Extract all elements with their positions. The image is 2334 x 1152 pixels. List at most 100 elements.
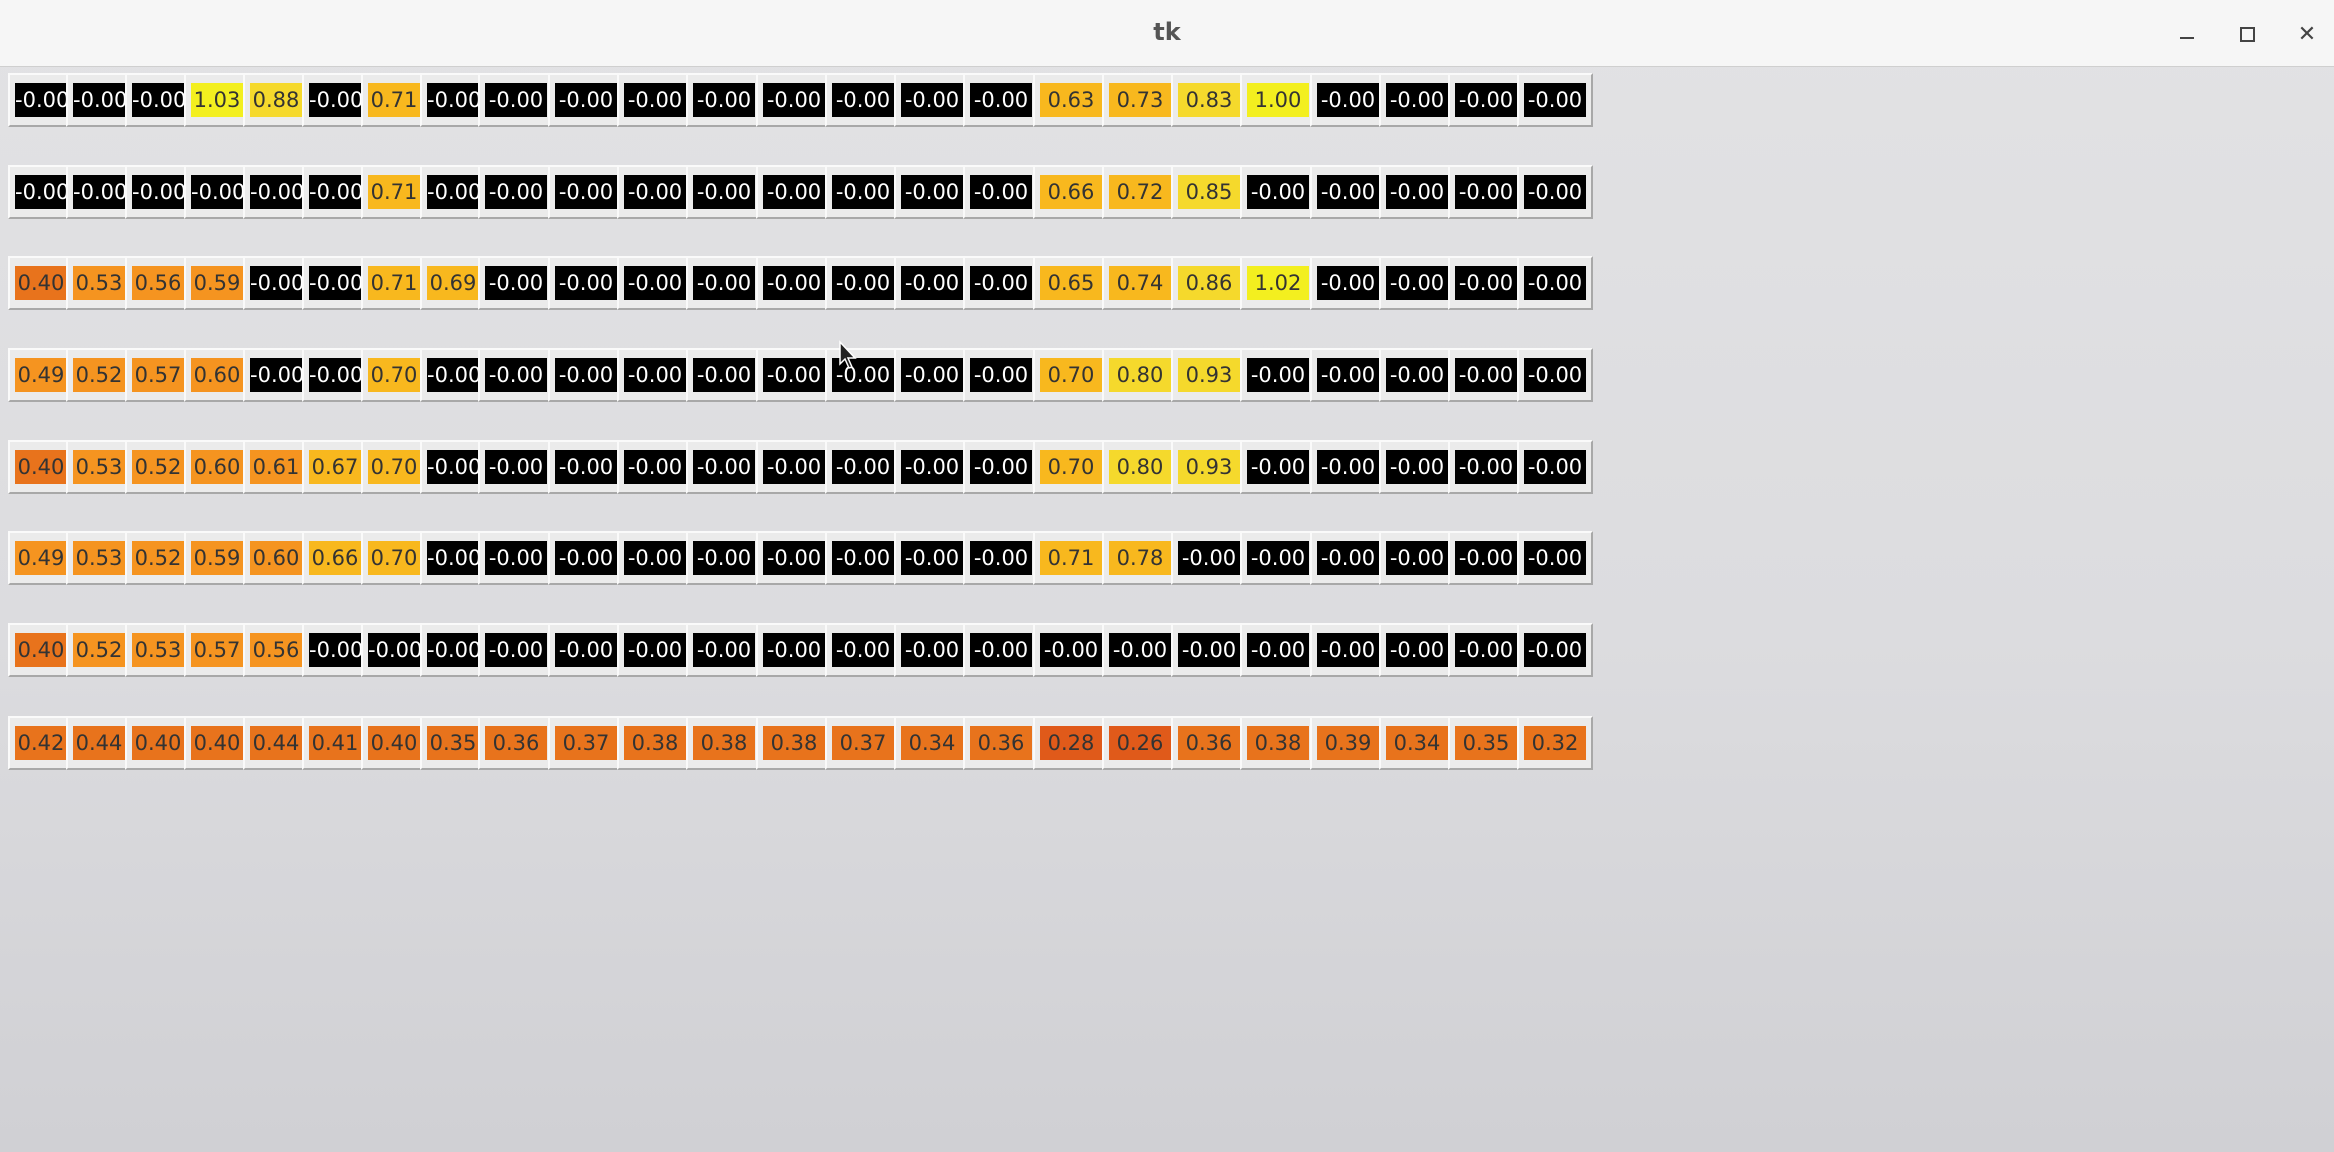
value-cell[interactable]: -0.00 <box>1240 531 1316 585</box>
value-cell[interactable]: -0.00 <box>548 165 624 219</box>
value-cell[interactable]: -0.00 <box>420 165 486 219</box>
value-cell[interactable]: -0.00 <box>302 165 368 219</box>
value-cell[interactable]: -0.00 <box>1379 256 1455 310</box>
value-cell[interactable]: -0.00 <box>1379 165 1455 219</box>
value-cell[interactable]: -0.00 <box>1448 256 1524 310</box>
value-cell[interactable]: -0.00 <box>756 165 832 219</box>
value-cell[interactable]: -0.00 <box>1171 623 1247 677</box>
value-cell[interactable]: 0.86 <box>1171 256 1247 310</box>
value-cell[interactable]: 0.44 <box>243 716 309 770</box>
value-cell[interactable]: -0.00 <box>420 73 486 127</box>
value-cell[interactable]: -0.00 <box>420 348 486 402</box>
value-cell[interactable]: -0.00 <box>302 256 368 310</box>
value-cell[interactable]: 0.66 <box>1033 165 1109 219</box>
value-cell[interactable]: -0.00 <box>756 348 832 402</box>
value-cell[interactable]: -0.00 <box>1448 73 1524 127</box>
value-cell[interactable]: -0.00 <box>1379 73 1455 127</box>
value-cell[interactable]: -0.00 <box>1102 623 1178 677</box>
value-cell[interactable]: -0.00 <box>825 73 901 127</box>
value-cell[interactable]: -0.00 <box>894 256 970 310</box>
value-cell[interactable]: -0.00 <box>1448 531 1524 585</box>
value-cell[interactable]: -0.00 <box>686 73 762 127</box>
value-cell[interactable]: -0.00 <box>617 623 693 677</box>
value-cell[interactable]: 0.26 <box>1102 716 1178 770</box>
value-cell[interactable]: -0.00 <box>825 440 901 494</box>
value-cell[interactable]: 0.52 <box>125 531 191 585</box>
value-cell[interactable]: 0.52 <box>125 440 191 494</box>
value-cell[interactable]: -0.00 <box>1240 165 1316 219</box>
value-cell[interactable]: 0.65 <box>1033 256 1109 310</box>
value-cell[interactable]: -0.00 <box>1448 348 1524 402</box>
value-cell[interactable]: 0.40 <box>184 716 250 770</box>
value-cell[interactable]: 0.41 <box>302 716 368 770</box>
value-cell[interactable]: 0.85 <box>1171 165 1247 219</box>
value-cell[interactable]: -0.00 <box>686 348 762 402</box>
value-cell[interactable]: 0.40 <box>8 256 74 310</box>
value-cell[interactable]: 0.32 <box>1517 716 1593 770</box>
value-cell[interactable]: -0.00 <box>420 531 486 585</box>
value-cell[interactable]: -0.00 <box>548 531 624 585</box>
value-cell[interactable]: 0.93 <box>1171 348 1247 402</box>
value-cell[interactable]: 1.00 <box>1240 73 1316 127</box>
value-cell[interactable]: 0.71 <box>1033 531 1109 585</box>
value-cell[interactable]: 0.66 <box>302 531 368 585</box>
value-cell[interactable]: -0.00 <box>1171 531 1247 585</box>
value-cell[interactable]: -0.00 <box>686 623 762 677</box>
value-cell[interactable]: -0.00 <box>686 440 762 494</box>
value-cell[interactable]: -0.00 <box>125 73 191 127</box>
value-cell[interactable]: -0.00 <box>825 531 901 585</box>
value-cell[interactable]: 1.02 <box>1240 256 1316 310</box>
minimize-icon[interactable] <box>2170 17 2204 51</box>
value-cell[interactable]: -0.00 <box>963 73 1039 127</box>
value-cell[interactable]: -0.00 <box>894 440 970 494</box>
value-cell[interactable]: 0.72 <box>1102 165 1178 219</box>
value-cell[interactable]: -0.00 <box>1310 623 1386 677</box>
value-cell[interactable]: -0.00 <box>756 73 832 127</box>
value-cell[interactable]: 0.71 <box>361 165 427 219</box>
value-cell[interactable]: -0.00 <box>125 165 191 219</box>
value-cell[interactable]: -0.00 <box>1448 623 1524 677</box>
value-cell[interactable]: -0.00 <box>548 348 624 402</box>
value-cell[interactable]: -0.00 <box>894 531 970 585</box>
value-cell[interactable]: -0.00 <box>361 623 427 677</box>
value-cell[interactable]: -0.00 <box>243 348 309 402</box>
value-cell[interactable]: -0.00 <box>825 623 901 677</box>
value-cell[interactable]: 0.59 <box>184 531 250 585</box>
value-cell[interactable]: -0.00 <box>548 73 624 127</box>
value-cell[interactable]: 0.70 <box>1033 440 1109 494</box>
value-cell[interactable]: -0.00 <box>756 256 832 310</box>
value-cell[interactable]: -0.00 <box>894 348 970 402</box>
value-cell[interactable]: -0.00 <box>1448 440 1524 494</box>
value-cell[interactable]: -0.00 <box>243 165 309 219</box>
value-cell[interactable]: 0.60 <box>184 348 250 402</box>
value-cell[interactable]: -0.00 <box>617 348 693 402</box>
value-cell[interactable]: -0.00 <box>1310 73 1386 127</box>
value-cell[interactable]: -0.00 <box>686 531 762 585</box>
value-cell[interactable]: -0.00 <box>617 531 693 585</box>
value-cell[interactable]: 0.70 <box>361 531 427 585</box>
value-cell[interactable]: -0.00 <box>1517 531 1593 585</box>
value-cell[interactable]: -0.00 <box>1379 531 1455 585</box>
value-cell[interactable]: -0.00 <box>548 256 624 310</box>
value-cell[interactable]: -0.00 <box>825 165 901 219</box>
value-cell[interactable]: -0.00 <box>1310 531 1386 585</box>
value-cell[interactable]: -0.00 <box>302 623 368 677</box>
value-cell[interactable]: 0.57 <box>125 348 191 402</box>
value-cell[interactable]: 0.34 <box>894 716 970 770</box>
value-cell[interactable]: -0.00 <box>243 256 309 310</box>
value-cell[interactable]: 0.70 <box>361 348 427 402</box>
value-cell[interactable]: -0.00 <box>1240 623 1316 677</box>
value-cell[interactable]: -0.00 <box>756 531 832 585</box>
value-cell[interactable]: -0.00 <box>1517 165 1593 219</box>
value-cell[interactable]: -0.00 <box>963 165 1039 219</box>
value-cell[interactable]: 0.53 <box>66 531 132 585</box>
value-cell[interactable]: 0.36 <box>478 716 554 770</box>
value-cell[interactable]: 0.71 <box>361 73 427 127</box>
value-cell[interactable]: 0.60 <box>184 440 250 494</box>
value-cell[interactable]: -0.00 <box>825 256 901 310</box>
value-cell[interactable]: 0.40 <box>8 440 74 494</box>
value-cell[interactable]: -0.00 <box>548 440 624 494</box>
value-cell[interactable]: -0.00 <box>1379 348 1455 402</box>
value-cell[interactable]: -0.00 <box>66 165 132 219</box>
value-cell[interactable]: -0.00 <box>1310 256 1386 310</box>
